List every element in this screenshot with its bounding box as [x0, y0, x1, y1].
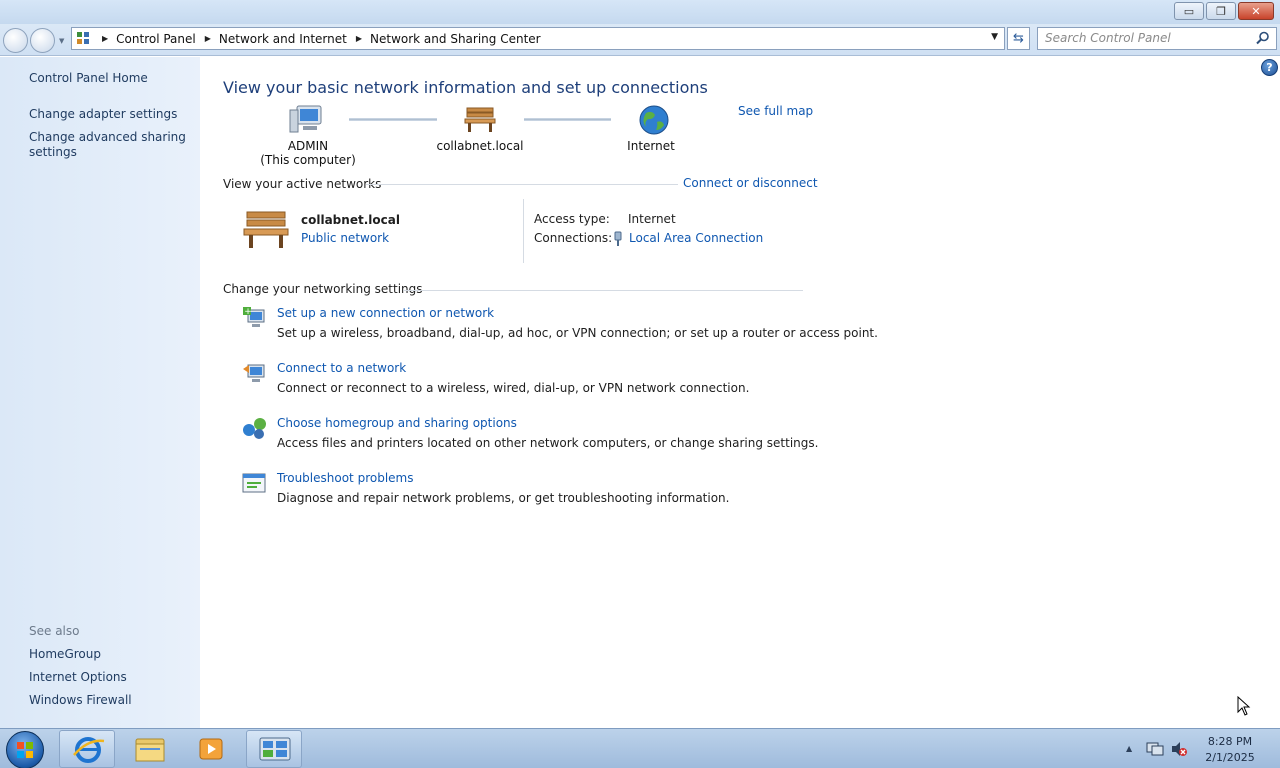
- help-icon: ?: [1266, 61, 1273, 74]
- folder-icon: [135, 738, 165, 762]
- restore-icon: ❐: [1216, 4, 1226, 18]
- internet-globe-icon[interactable]: [638, 104, 670, 136]
- connect-to-network-icon[interactable]: [242, 361, 268, 385]
- navigation-bar: ▼ ▶ Control Panel ▶ Network and Internet…: [0, 24, 1280, 56]
- control-panel-home-link[interactable]: Control Panel Home: [29, 71, 148, 86]
- bench-network-icon[interactable]: [463, 105, 497, 133]
- breadcrumb-separator-icon[interactable]: ▶: [356, 34, 362, 43]
- networking-settings-heading: Change your networking settings: [223, 282, 423, 296]
- change-advanced-sharing-settings-link-line2[interactable]: settings: [29, 145, 77, 160]
- bench-network-large-icon[interactable]: [241, 208, 291, 250]
- minimize-button[interactable]: ▭: [1174, 2, 1204, 20]
- help-button[interactable]: ?: [1261, 59, 1278, 76]
- close-icon: ✕: [1251, 4, 1261, 18]
- search-input[interactable]: [1045, 28, 1250, 48]
- change-adapter-settings-link[interactable]: Change adapter settings: [29, 107, 177, 122]
- windows-firewall-link[interactable]: Windows Firewall: [29, 693, 132, 708]
- map-connector-line: [524, 118, 611, 121]
- network-tray-icon[interactable]: [1146, 740, 1164, 758]
- start-button[interactable]: [6, 731, 44, 768]
- change-advanced-sharing-settings-link[interactable]: Change advanced sharing: [29, 130, 186, 145]
- breadcrumb-network-and-sharing-center[interactable]: Network and Sharing Center: [370, 32, 541, 46]
- search-box[interactable]: [1037, 27, 1277, 50]
- homegroup-icon[interactable]: [242, 416, 268, 440]
- refresh-button[interactable]: ⇆: [1007, 27, 1030, 50]
- homegroup-sharing-options-description: Access files and printers located on oth…: [277, 436, 819, 450]
- taskbar: ▲ 8:28 PM 2/1/2025: [0, 728, 1280, 768]
- title-bar: ▭ ❐ ✕: [0, 0, 1280, 24]
- troubleshoot-problems-description: Diagnose and repair network problems, or…: [277, 491, 730, 505]
- clock-date: 2/1/2025: [1205, 751, 1255, 764]
- connections-label: Connections:: [534, 231, 613, 245]
- minimize-icon: ▭: [1183, 4, 1195, 18]
- maximize-button[interactable]: ❐: [1206, 2, 1236, 20]
- computer-subtitle: (This computer): [260, 153, 356, 167]
- close-button[interactable]: ✕: [1238, 2, 1274, 20]
- access-type-label: Access type:: [534, 212, 610, 226]
- page-title: View your basic network information and …: [223, 78, 708, 97]
- vertical-divider: [523, 199, 524, 263]
- active-networks-heading: View your active networks: [223, 177, 382, 191]
- access-type-value: Internet: [628, 212, 676, 226]
- section-divider: [403, 290, 803, 291]
- window-controls: ▭ ❐ ✕: [1174, 2, 1274, 20]
- this-computer-node: ADMIN (This computer): [258, 139, 358, 167]
- computer-name: ADMIN: [287, 139, 329, 153]
- see-also-label: See also: [29, 624, 80, 638]
- homegroup-link[interactable]: HomeGroup: [29, 647, 101, 662]
- homegroup-sharing-options-link[interactable]: Choose homegroup and sharing options: [277, 416, 517, 430]
- taskbar-control-panel[interactable]: [246, 730, 302, 768]
- ethernet-plug-icon: [614, 231, 622, 246]
- address-bar[interactable]: ▶ Control Panel ▶ Network and Internet ▶…: [71, 27, 1005, 50]
- control-panel-taskbar-icon: [259, 737, 291, 761]
- svg-text:+: +: [244, 307, 252, 317]
- breadcrumb-separator-icon[interactable]: ▶: [205, 34, 211, 43]
- breadcrumb-network-and-internet[interactable]: Network and Internet: [219, 32, 347, 46]
- clock[interactable]: 8:28 PM 2/1/2025: [1192, 734, 1268, 766]
- map-connector-line: [349, 118, 437, 121]
- mouse-cursor-icon: [1237, 696, 1251, 716]
- connect-to-a-network-link[interactable]: Connect to a network: [277, 361, 406, 375]
- troubleshoot-problems-link[interactable]: Troubleshoot problems: [277, 471, 413, 485]
- see-full-map-link[interactable]: See full map: [738, 104, 813, 118]
- recent-pages-dropdown-icon[interactable]: ▼: [59, 37, 64, 45]
- windows-logo-icon: [17, 742, 33, 758]
- new-connection-icon[interactable]: +: [242, 306, 268, 330]
- back-button[interactable]: [3, 28, 28, 53]
- internet-options-link[interactable]: Internet Options: [29, 670, 127, 685]
- address-dropdown-icon[interactable]: ▼: [991, 32, 998, 42]
- set-up-new-connection-link[interactable]: Set up a new connection or network: [277, 306, 494, 320]
- forward-button[interactable]: [30, 28, 55, 53]
- set-up-new-connection-description: Set up a wireless, broadband, dial-up, a…: [277, 326, 878, 340]
- internet-explorer-icon: [73, 737, 105, 763]
- volume-muted-icon[interactable]: [1170, 740, 1188, 758]
- local-area-connection-link[interactable]: Local Area Connection: [629, 231, 763, 245]
- taskbar-media-player[interactable]: [184, 730, 240, 768]
- control-panel-icon: [77, 31, 93, 46]
- connect-or-disconnect-link[interactable]: Connect or disconnect: [683, 176, 818, 190]
- clock-time: 8:28 PM: [1207, 735, 1253, 748]
- show-hidden-icons-button[interactable]: ▲: [1126, 744, 1132, 753]
- breadcrumb-control-panel[interactable]: Control Panel: [116, 32, 196, 46]
- computer-icon[interactable]: [289, 104, 323, 134]
- connect-to-a-network-description: Connect or reconnect to a wireless, wire…: [277, 381, 750, 395]
- media-player-icon: [199, 738, 223, 760]
- taskbar-internet-explorer[interactable]: [59, 730, 115, 768]
- refresh-icon: ⇆: [1013, 31, 1024, 46]
- section-divider: [366, 184, 678, 185]
- network-node-label: collabnet.local: [436, 139, 524, 153]
- taskbar-windows-explorer[interactable]: [122, 730, 178, 768]
- active-network-name: collabnet.local: [301, 213, 400, 227]
- internet-node-label: Internet: [627, 139, 675, 153]
- breadcrumb-separator-icon[interactable]: ▶: [102, 34, 108, 43]
- troubleshoot-icon[interactable]: [242, 472, 268, 494]
- network-location-link[interactable]: Public network: [301, 231, 389, 245]
- search-icon[interactable]: [1256, 31, 1270, 45]
